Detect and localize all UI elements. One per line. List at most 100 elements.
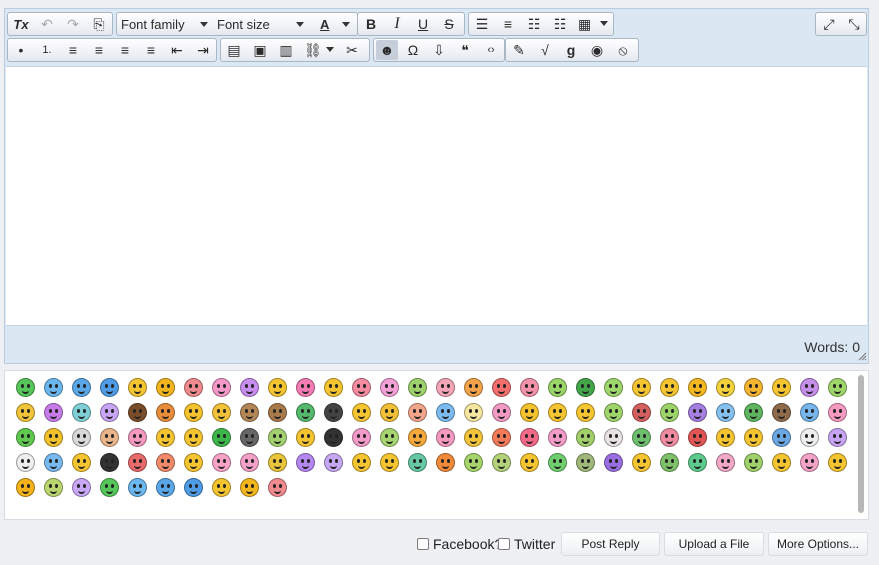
smiley-icon[interactable]	[263, 425, 291, 450]
more-options-button[interactable]: More Options...	[768, 532, 868, 556]
smiley-icon[interactable]	[39, 475, 67, 500]
special-char-icon[interactable]: Ω	[402, 40, 424, 60]
table-dropdown[interactable]: ▦	[575, 14, 611, 34]
bullet-list-icon[interactable]: •	[10, 40, 32, 60]
smiley-icon[interactable]	[459, 425, 487, 450]
underline-icon[interactable]: U	[412, 14, 434, 34]
smiley-icon[interactable]	[39, 450, 67, 475]
checkbox-box[interactable]	[417, 538, 429, 550]
smiley-icon[interactable]	[711, 400, 739, 425]
fullscreen-icon[interactable]: ⤡	[843, 14, 865, 34]
smiley-icon[interactable]	[123, 400, 151, 425]
smiley-icon[interactable]	[795, 375, 823, 400]
smiley-icon[interactable]	[767, 400, 795, 425]
editor-content-area[interactable]	[6, 66, 867, 326]
smiley-icon[interactable]	[235, 475, 263, 500]
smiley-icon[interactable]	[179, 425, 207, 450]
twitter-checkbox[interactable]: Twitter	[498, 536, 555, 552]
unlink-icon[interactable]: ✂	[341, 40, 363, 60]
smiley-icon[interactable]	[599, 425, 627, 450]
align-center-icon[interactable]: ≡	[88, 40, 110, 60]
italic-icon[interactable]: I	[386, 14, 408, 34]
smiley-icon[interactable]	[151, 450, 179, 475]
smiley-icon[interactable]	[571, 375, 599, 400]
outdent-icon[interactable]: ⇤	[166, 40, 188, 60]
post-reply-button[interactable]: Post Reply	[561, 532, 660, 556]
smiley-icon[interactable]	[571, 400, 599, 425]
smiley-icon[interactable]	[683, 400, 711, 425]
image-icon[interactable]: ▣	[249, 40, 271, 60]
smiley-icon[interactable]	[319, 400, 347, 425]
smiley-icon[interactable]	[95, 400, 123, 425]
smiley-icon[interactable]	[515, 450, 543, 475]
smiley-icon[interactable]	[67, 375, 95, 400]
smiley-icon[interactable]	[207, 375, 235, 400]
smiley-icon[interactable]	[123, 475, 151, 500]
smiley-icon[interactable]	[823, 450, 851, 475]
smiley-icon[interactable]	[67, 450, 95, 475]
google-icon[interactable]: g	[560, 40, 582, 60]
smiley-icon[interactable]	[375, 400, 403, 425]
smiley-icon[interactable]	[151, 400, 179, 425]
text-color-dropdown[interactable]: A	[313, 14, 355, 34]
upload-icon[interactable]: ⇩	[428, 40, 450, 60]
smiley-icon[interactable]	[823, 375, 851, 400]
smiley-icon[interactable]	[487, 450, 515, 475]
smiley-icon[interactable]	[543, 450, 571, 475]
smiley-icon[interactable]	[179, 475, 207, 500]
smiley-icon[interactable]	[11, 400, 39, 425]
smiley-icon[interactable]	[95, 425, 123, 450]
smiley-icon[interactable]	[655, 425, 683, 450]
smiley-scrollbar[interactable]	[856, 373, 866, 517]
math-icon[interactable]: √	[534, 40, 556, 60]
smiley-icon[interactable]	[263, 450, 291, 475]
smiley-icon[interactable]	[599, 375, 627, 400]
smiley-icon[interactable]	[431, 450, 459, 475]
smiley-icon[interactable]	[571, 450, 599, 475]
undo-icon[interactable]: ↶	[36, 14, 58, 34]
smiley-icon[interactable]	[823, 425, 851, 450]
smiley-icon[interactable]	[543, 400, 571, 425]
smiley-icon[interactable]	[263, 375, 291, 400]
smiley-icon[interactable]	[711, 425, 739, 450]
smiley-icon[interactable]	[739, 400, 767, 425]
smiley-icon[interactable]	[291, 425, 319, 450]
smiley-icon[interactable]	[487, 425, 515, 450]
smiley-icon[interactable]	[319, 425, 347, 450]
redo-icon[interactable]: ↷	[62, 14, 84, 34]
smiley-icon[interactable]	[683, 425, 711, 450]
smiley-icon[interactable]	[543, 425, 571, 450]
smiley-icon[interactable]	[67, 400, 95, 425]
smiley-icon[interactable]	[263, 400, 291, 425]
clear-formatting-icon[interactable]: Tx	[10, 14, 32, 34]
smiley-icon[interactable]	[11, 450, 39, 475]
hidden-icon[interactable]: ⦸	[612, 40, 634, 60]
smiley-icon[interactable]	[459, 375, 487, 400]
smiley-icon[interactable]	[207, 450, 235, 475]
smiley-icon[interactable]	[235, 450, 263, 475]
quote-icon[interactable]: ❝	[454, 40, 476, 60]
smiley-icon[interactable]	[459, 450, 487, 475]
smiley-icon[interactable]	[375, 375, 403, 400]
smiley-icon[interactable]	[823, 400, 851, 425]
smiley-icon[interactable]	[403, 425, 431, 450]
smiley-icon[interactable]	[347, 450, 375, 475]
smiley-icon[interactable]	[95, 475, 123, 500]
smiley-icon[interactable]	[67, 475, 95, 500]
smiley-icon[interactable]	[375, 425, 403, 450]
smiley-icon[interactable]	[403, 375, 431, 400]
smiley-icon[interactable]	[95, 375, 123, 400]
smiley-icon[interactable]	[515, 400, 543, 425]
smiley-icon[interactable]	[95, 450, 123, 475]
smiley-icon[interactable]	[655, 450, 683, 475]
smiley-icon[interactable]	[179, 400, 207, 425]
upload-file-button[interactable]: Upload a File	[664, 532, 764, 556]
font-family-dropdown[interactable]: Font family	[117, 14, 213, 34]
smiley-icon[interactable]	[739, 425, 767, 450]
smiley-icon[interactable]	[347, 400, 375, 425]
scrollbar-thumb[interactable]	[858, 375, 864, 513]
smiley-icon[interactable]	[207, 400, 235, 425]
smiley-icon[interactable]	[683, 450, 711, 475]
smiley-icon[interactable]	[627, 400, 655, 425]
smiley-icon[interactable]	[543, 375, 571, 400]
